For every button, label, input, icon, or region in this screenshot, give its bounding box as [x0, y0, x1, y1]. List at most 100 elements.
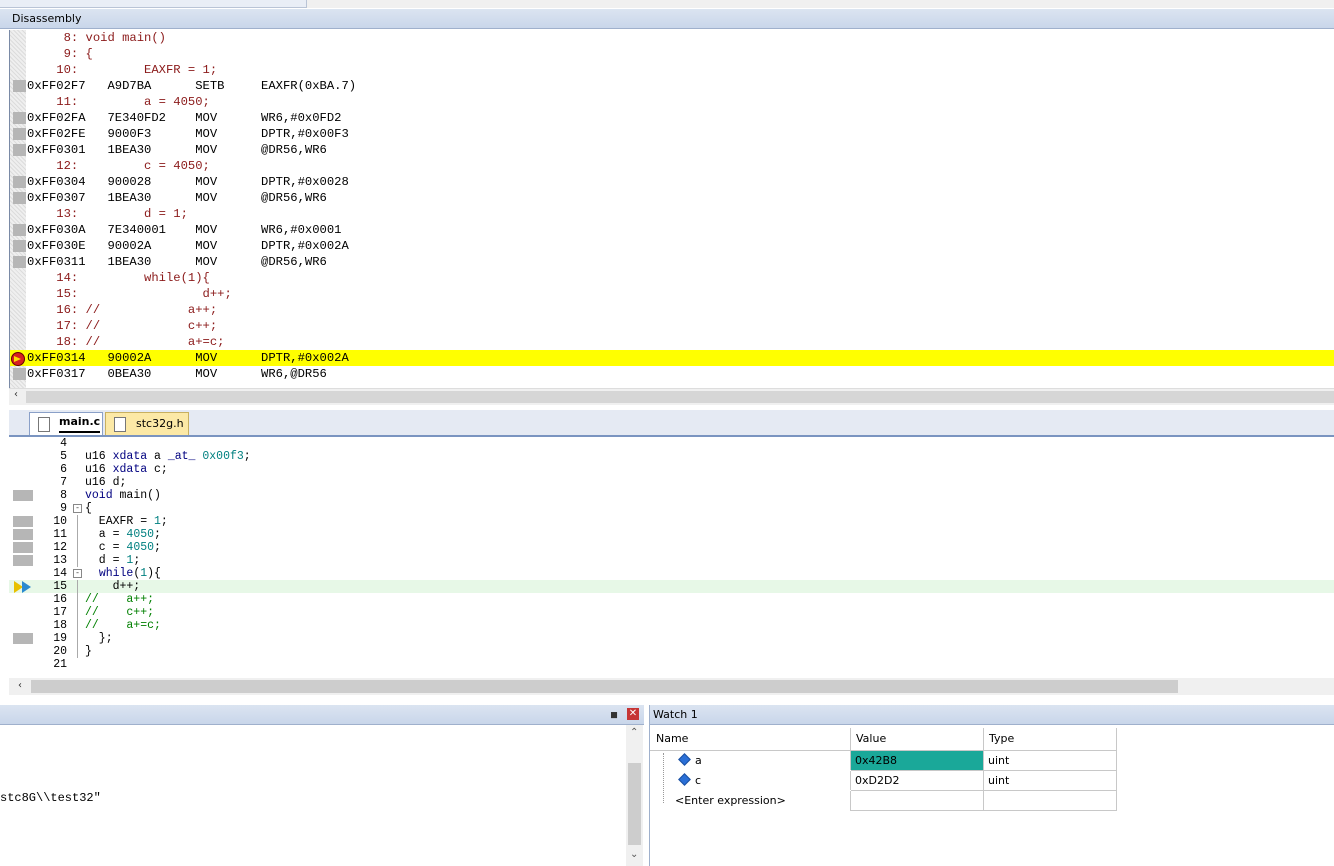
disassembly-source-line[interactable]: 17: // c++; — [10, 318, 1334, 334]
watch-panel[interactable]: Name Value Type a 0x42B8 uint c 0xD2D2 u… — [649, 725, 1334, 866]
source-text: 17: // c++; — [27, 319, 218, 333]
line-number: 19 — [53, 632, 67, 645]
column-header-type[interactable]: Type — [984, 728, 1117, 751]
code-token: a — [147, 450, 168, 463]
code-token: } — [85, 645, 92, 658]
disassembly-instruction-line[interactable]: 0xFF0317 0BEA30 MOV WR6,@DR56 — [10, 366, 1334, 382]
watch-row-c-type: uint — [984, 771, 1117, 791]
coverage-marker — [13, 192, 26, 204]
disassembly-instruction-line[interactable]: 0xFF0301 1BEA30 MOV @DR56,WR6 — [10, 142, 1334, 158]
code-text: // a+=c; — [85, 619, 161, 632]
editor-line[interactable]: 20} — [9, 645, 1334, 658]
scrollbar-thumb[interactable] — [628, 763, 641, 845]
close-icon[interactable]: ✕ — [627, 708, 639, 720]
disassembly-horizontal-scrollbar[interactable]: ‹ — [9, 388, 1334, 405]
fold-toggle-icon[interactable]: - — [73, 569, 82, 578]
editor-line[interactable]: 7 u16 d; — [9, 476, 1334, 489]
scrollbar-thumb[interactable] — [26, 391, 1334, 403]
fold-guide — [77, 606, 78, 619]
scrollbar-thumb[interactable] — [31, 680, 1178, 693]
editor-line[interactable]: 15 d++; — [9, 580, 1334, 593]
disassembly-instruction-line[interactable]: 0xFF030E 90002A MOV DPTR,#0x002A — [10, 238, 1334, 254]
instruction-text: 0xFF02FE 9000F3 MOV DPTR,#0x00F3 — [27, 127, 349, 141]
editor-line[interactable]: 12 c = 4050; — [9, 541, 1334, 554]
disassembly-source-line[interactable]: 13: d = 1; — [10, 206, 1334, 222]
editor-line[interactable]: 14- while(1){ — [9, 567, 1334, 580]
fold-guide — [77, 541, 78, 554]
output-panel[interactable]: stc8G\\test32" — [0, 725, 644, 866]
fold-toggle-icon[interactable]: - — [73, 504, 82, 513]
disassembly-instruction-line[interactable]: 0xFF0304 900028 MOV DPTR,#0x0028 — [10, 174, 1334, 190]
output-vertical-scrollbar[interactable]: ⌃ ⌄ — [626, 725, 643, 866]
editor-horizontal-scrollbar[interactable]: ‹ — [9, 678, 1334, 695]
scroll-up-icon[interactable]: ⌃ — [630, 727, 638, 738]
source-editor[interactable]: 4 5 u16 xdata a _at_ 0x00f3; 6 u16 xdata c; 7… — [9, 437, 1334, 678]
enter-expression-value[interactable] — [850, 791, 984, 811]
coverage-marker — [13, 490, 33, 501]
disassembly-instruction-line[interactable]: 0xFF0311 1BEA30 MOV @DR56,WR6 — [10, 254, 1334, 270]
tab-main-c[interactable]: main.c — [29, 412, 103, 435]
disassembly-source-line[interactable]: 18: // a+=c; — [10, 334, 1334, 350]
watch-title-bar: Watch 1 — [649, 705, 1334, 725]
column-header-value[interactable]: Value — [851, 728, 984, 751]
disassembly-source-line[interactable]: 16: // a++; — [10, 302, 1334, 318]
instruction-text: 0xFF02FA 7E340FD2 MOV WR6,#0x0FD2 — [27, 111, 342, 125]
column-header-name[interactable]: Name — [650, 728, 851, 751]
disassembly-source-line[interactable]: 12: c = 4050; — [10, 158, 1334, 174]
code-token: { — [85, 502, 92, 515]
code-token: c = — [85, 541, 127, 554]
disassembly-instruction-line[interactable]: 0xFF02FA 7E340FD2 MOV WR6,#0x0FD2 — [10, 110, 1334, 126]
editor-line[interactable]: 13 d = 1; — [9, 554, 1334, 567]
line-number: 18 — [53, 619, 67, 632]
editor-line[interactable]: 9-{ — [9, 502, 1334, 515]
disassembly-source-line[interactable]: 9: { — [10, 46, 1334, 62]
code-text: u16 xdata c; — [85, 463, 168, 476]
code-token: ; — [243, 450, 251, 463]
disassembly-source-line[interactable]: 14: while(1){ — [10, 270, 1334, 286]
editor-line[interactable]: 21 — [9, 658, 1334, 671]
pin-icon[interactable]: ◾ — [610, 708, 618, 721]
editor-line[interactable]: 16 // a++; — [9, 593, 1334, 606]
line-number: 4 — [60, 437, 67, 450]
disassembly-instruction-line[interactable]: 0xFF0314 90002A MOV DPTR,#0x002A — [10, 350, 1334, 366]
editor-line[interactable]: 10 EAXFR = 1; — [9, 515, 1334, 528]
line-number: 5 — [60, 450, 67, 463]
code-token: ){ — [147, 567, 161, 580]
editor-line[interactable]: 6 u16 xdata c; — [9, 463, 1334, 476]
editor-line[interactable]: 11 a = 4050; — [9, 528, 1334, 541]
disassembly-view[interactable]: 8: void main() 9: { 10: EAXFR = 1; 0xFF02… — [9, 30, 1334, 388]
disassembly-source-line[interactable]: 8: void main() — [10, 30, 1334, 46]
editor-line[interactable]: 5 u16 xdata a _at_ 0x00f3; — [9, 450, 1334, 463]
disassembly-instruction-line[interactable]: 0xFF030A 7E340001 MOV WR6,#0x0001 — [10, 222, 1334, 238]
watch-row-c-name[interactable]: c — [650, 771, 851, 790]
editor-line[interactable]: 8 void main() — [9, 489, 1334, 502]
disassembly-instruction-line[interactable]: 0xFF02F7 A9D7BA SETB EAXFR(0xBA.7) — [10, 78, 1334, 94]
code-text: while(1){ — [85, 567, 161, 580]
disassembly-instruction-line[interactable]: 0xFF0307 1BEA30 MOV @DR56,WR6 — [10, 190, 1334, 206]
enter-expression-cell[interactable]: <Enter expression> — [650, 791, 850, 810]
coverage-marker — [13, 542, 33, 553]
output-panel-title-bar: ◾ ✕ — [0, 705, 644, 725]
code-token: }; — [85, 632, 113, 645]
tab-stc32g-h[interactable]: stc32g.h — [105, 412, 189, 435]
editor-line[interactable]: 4 — [9, 437, 1334, 450]
code-token: d = — [85, 554, 127, 567]
code-token: xdata — [112, 463, 148, 476]
editor-line[interactable]: 17 // c++; — [9, 606, 1334, 619]
scroll-down-icon[interactable]: ⌄ — [630, 849, 638, 860]
disassembly-instruction-line[interactable]: 0xFF02FE 9000F3 MOV DPTR,#0x00F3 — [10, 126, 1334, 142]
watch-row-c-value[interactable]: 0xD2D2 — [851, 771, 984, 791]
editor-line[interactable]: 19 }; — [9, 632, 1334, 645]
disassembly-source-line[interactable]: 10: EAXFR = 1; — [10, 62, 1334, 78]
scroll-left-icon[interactable]: ‹ — [18, 680, 22, 691]
scroll-left-icon[interactable]: ‹ — [14, 389, 18, 400]
editor-line[interactable]: 18 // a+=c; — [9, 619, 1334, 632]
code-token: u16 d; — [85, 476, 127, 489]
code-token: while — [98, 567, 134, 580]
disassembly-source-line[interactable]: 11: a = 4050; — [10, 94, 1334, 110]
code-token: u16 — [85, 463, 113, 476]
watch-row-a-name[interactable]: a — [650, 751, 851, 770]
watch-row-a-value[interactable]: 0x42B8 — [851, 751, 984, 771]
disassembly-source-line[interactable]: 15: d++; — [10, 286, 1334, 302]
